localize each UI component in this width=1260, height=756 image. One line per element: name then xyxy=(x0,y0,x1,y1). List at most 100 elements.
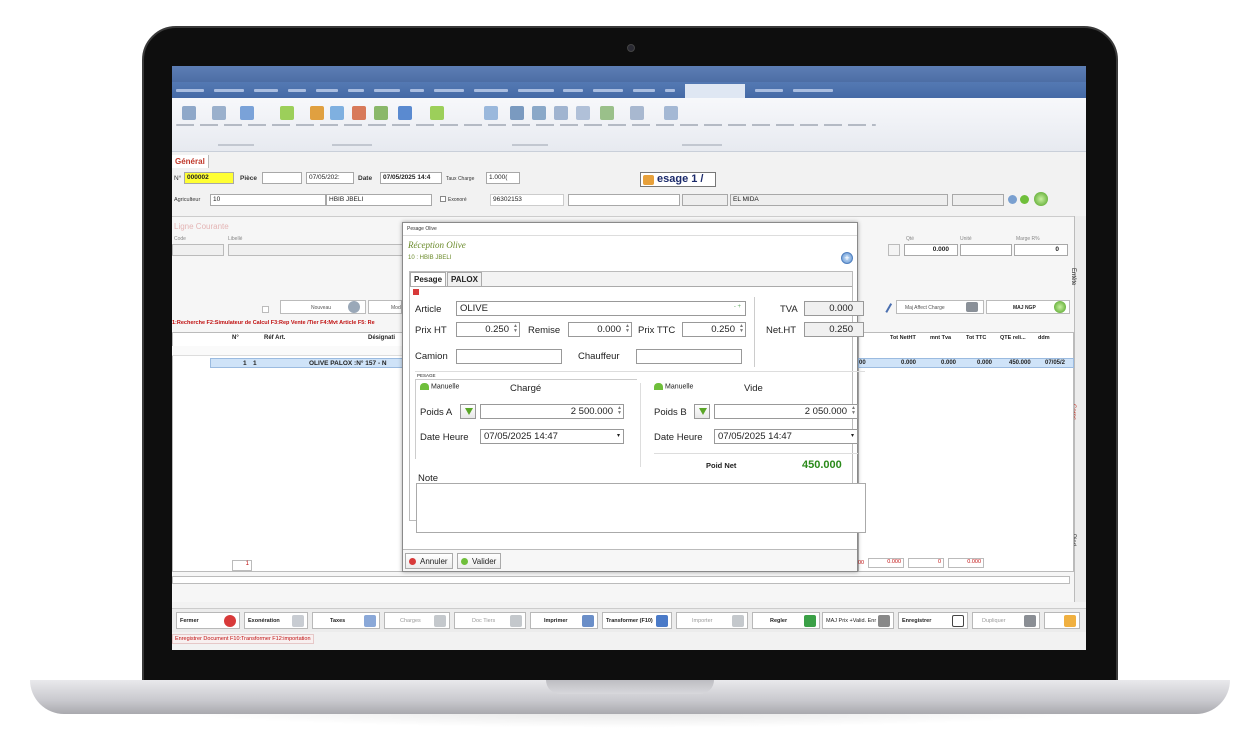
fermer-button[interactable]: Fermer xyxy=(176,612,240,629)
piece-date-field[interactable]: 07/05/202: xyxy=(306,172,354,184)
date-b-field[interactable]: 07/05/2025 14:47 ▾ xyxy=(714,429,858,444)
chevron-down-icon[interactable]: ▾ xyxy=(617,432,620,439)
note-field[interactable] xyxy=(416,483,866,533)
menu-item[interactable] xyxy=(287,82,306,98)
refresh-icon[interactable] xyxy=(1020,195,1029,204)
download-weight-a-button[interactable] xyxy=(460,404,476,419)
transformer-button[interactable]: Transformer (F10) xyxy=(602,612,672,629)
side-tab-entete[interactable]: Entête xyxy=(1070,268,1076,285)
ribbon-icon[interactable] xyxy=(484,106,498,120)
camion-field[interactable] xyxy=(456,349,562,364)
date-a-field[interactable]: 07/05/2025 14:47 ▾ xyxy=(480,429,624,444)
regler-button[interactable]: Regler xyxy=(752,612,820,629)
menu-item[interactable] xyxy=(563,82,584,98)
ribbon-icon[interactable] xyxy=(430,106,444,120)
menu-item[interactable] xyxy=(517,82,554,98)
add-icon[interactable]: + xyxy=(841,252,853,264)
charges-button[interactable]: Charges xyxy=(384,612,450,629)
tva-field[interactable]: 0.000 xyxy=(804,301,864,316)
spinner-icon[interactable]: ▲ ▼ xyxy=(739,324,744,334)
ribbon-icon[interactable] xyxy=(352,106,366,120)
chauffeur-field[interactable] xyxy=(636,349,742,364)
menu-item[interactable] xyxy=(433,82,464,98)
menu-item[interactable] xyxy=(315,82,338,98)
manuelle-a[interactable]: Manuelle xyxy=(420,383,459,390)
menu-item[interactable] xyxy=(176,82,204,98)
article-field[interactable]: OLIVE - + xyxy=(456,301,746,316)
num-field[interactable]: 000002 xyxy=(184,172,234,184)
prixttc-field[interactable]: 0.250 ▲ ▼ xyxy=(682,322,746,337)
taxes-button[interactable]: Taxes xyxy=(312,612,380,629)
sync-icon[interactable] xyxy=(1054,301,1066,313)
piece-field[interactable] xyxy=(262,172,302,184)
qte-field[interactable]: 0.000 xyxy=(904,244,958,256)
annuler-button[interactable]: Annuler xyxy=(405,553,453,569)
menu-item-active[interactable] xyxy=(685,84,746,98)
poids-b-field[interactable]: 2 050.000 ▲ ▼ xyxy=(714,404,858,419)
address-field[interactable] xyxy=(568,194,680,206)
line-checkbox[interactable] xyxy=(262,306,269,313)
prixht-field[interactable]: 0.250 ▲ ▼ xyxy=(456,322,520,337)
article-dropdown-icon[interactable]: - + xyxy=(734,304,741,310)
close-small-icon[interactable] xyxy=(413,289,419,295)
table-row[interactable]: 1 1 OLIVE PALOX :N° 157 - N xyxy=(210,358,404,368)
imprimer-button[interactable]: Imprimer xyxy=(530,612,598,629)
menu-item[interactable] xyxy=(213,82,244,98)
ribbon-icon[interactable] xyxy=(182,106,196,120)
menu-item[interactable] xyxy=(347,82,364,98)
agri-field[interactable]: 10 xyxy=(210,194,326,206)
menu-item[interactable] xyxy=(665,82,676,98)
open-folder-button[interactable] xyxy=(1044,612,1080,629)
exoneration-button[interactable]: Exonération xyxy=(244,612,308,629)
ribbon-icon[interactable] xyxy=(600,106,614,120)
exonere-checkbox[interactable] xyxy=(440,196,446,202)
libelle-field[interactable] xyxy=(228,244,404,256)
enregistrer-button[interactable]: Enregistrer xyxy=(898,612,968,629)
download-weight-b-button[interactable] xyxy=(694,404,710,419)
lock-icon[interactable] xyxy=(888,244,900,256)
add-line-icon[interactable] xyxy=(348,301,360,313)
maj-prix-button[interactable]: MAJ Prix +Valid. Enr xyxy=(822,612,894,629)
truck-icon[interactable] xyxy=(966,302,978,312)
taux-field[interactable]: 1.000( xyxy=(486,172,520,184)
spinner-icon[interactable]: ▲ ▼ xyxy=(617,406,622,416)
city-field[interactable]: EL MIDA xyxy=(730,194,948,206)
ribbon-icon[interactable] xyxy=(330,106,344,120)
spinner-icon[interactable]: ▲ ▼ xyxy=(625,324,630,334)
code-field[interactable] xyxy=(172,244,224,256)
tab-pesage[interactable]: Pesage xyxy=(410,272,447,286)
chevron-down-icon[interactable]: ▾ xyxy=(851,432,854,439)
importer-button[interactable]: Importer xyxy=(676,612,748,629)
marge-field[interactable]: 0 xyxy=(1014,244,1068,256)
modifier-button[interactable]: Mod xyxy=(368,300,402,314)
menu-item[interactable] xyxy=(793,82,834,98)
menu-item[interactable] xyxy=(755,82,784,98)
spinner-icon[interactable]: ▲ ▼ xyxy=(851,406,856,416)
dupliquer-button[interactable]: Dupliquer xyxy=(972,612,1040,629)
region-field[interactable] xyxy=(682,194,728,206)
spinner-icon[interactable]: ▲ ▼ xyxy=(513,324,518,334)
netht-field[interactable]: 0.250 xyxy=(804,322,864,337)
remise-field[interactable]: 0.000 ▲ ▼ xyxy=(568,322,632,337)
tab-palox[interactable]: PALOX xyxy=(447,272,482,286)
ribbon-icon[interactable] xyxy=(310,106,324,120)
ribbon-icon[interactable] xyxy=(212,106,226,120)
ribbon-icon[interactable] xyxy=(280,106,294,120)
ribbon-icon[interactable] xyxy=(630,106,644,120)
phone-field[interactable]: 96302153 xyxy=(490,194,564,206)
manuelle-b[interactable]: Manuelle xyxy=(654,383,693,390)
table-row-right[interactable]: 00 0.000 0.000 0.000 450.000 07/05/2 xyxy=(858,358,1074,368)
menu-item[interactable] xyxy=(253,82,278,98)
valider-button[interactable]: Valider xyxy=(457,553,502,569)
menu-item[interactable] xyxy=(473,82,508,98)
ribbon-icon[interactable] xyxy=(374,106,388,120)
menu-item[interactable] xyxy=(633,82,656,98)
agri-name-field[interactable]: HBIB JBELI xyxy=(326,194,432,206)
ribbon-icon[interactable] xyxy=(510,106,524,120)
doc-tiers-button[interactable]: Doc Tiers xyxy=(454,612,526,629)
extra-field[interactable] xyxy=(952,194,1004,206)
tab-general[interactable]: Général xyxy=(172,155,209,168)
menu-item[interactable] xyxy=(373,82,400,98)
horizontal-scrollbar[interactable] xyxy=(172,576,1070,584)
unite-field[interactable] xyxy=(960,244,1012,256)
